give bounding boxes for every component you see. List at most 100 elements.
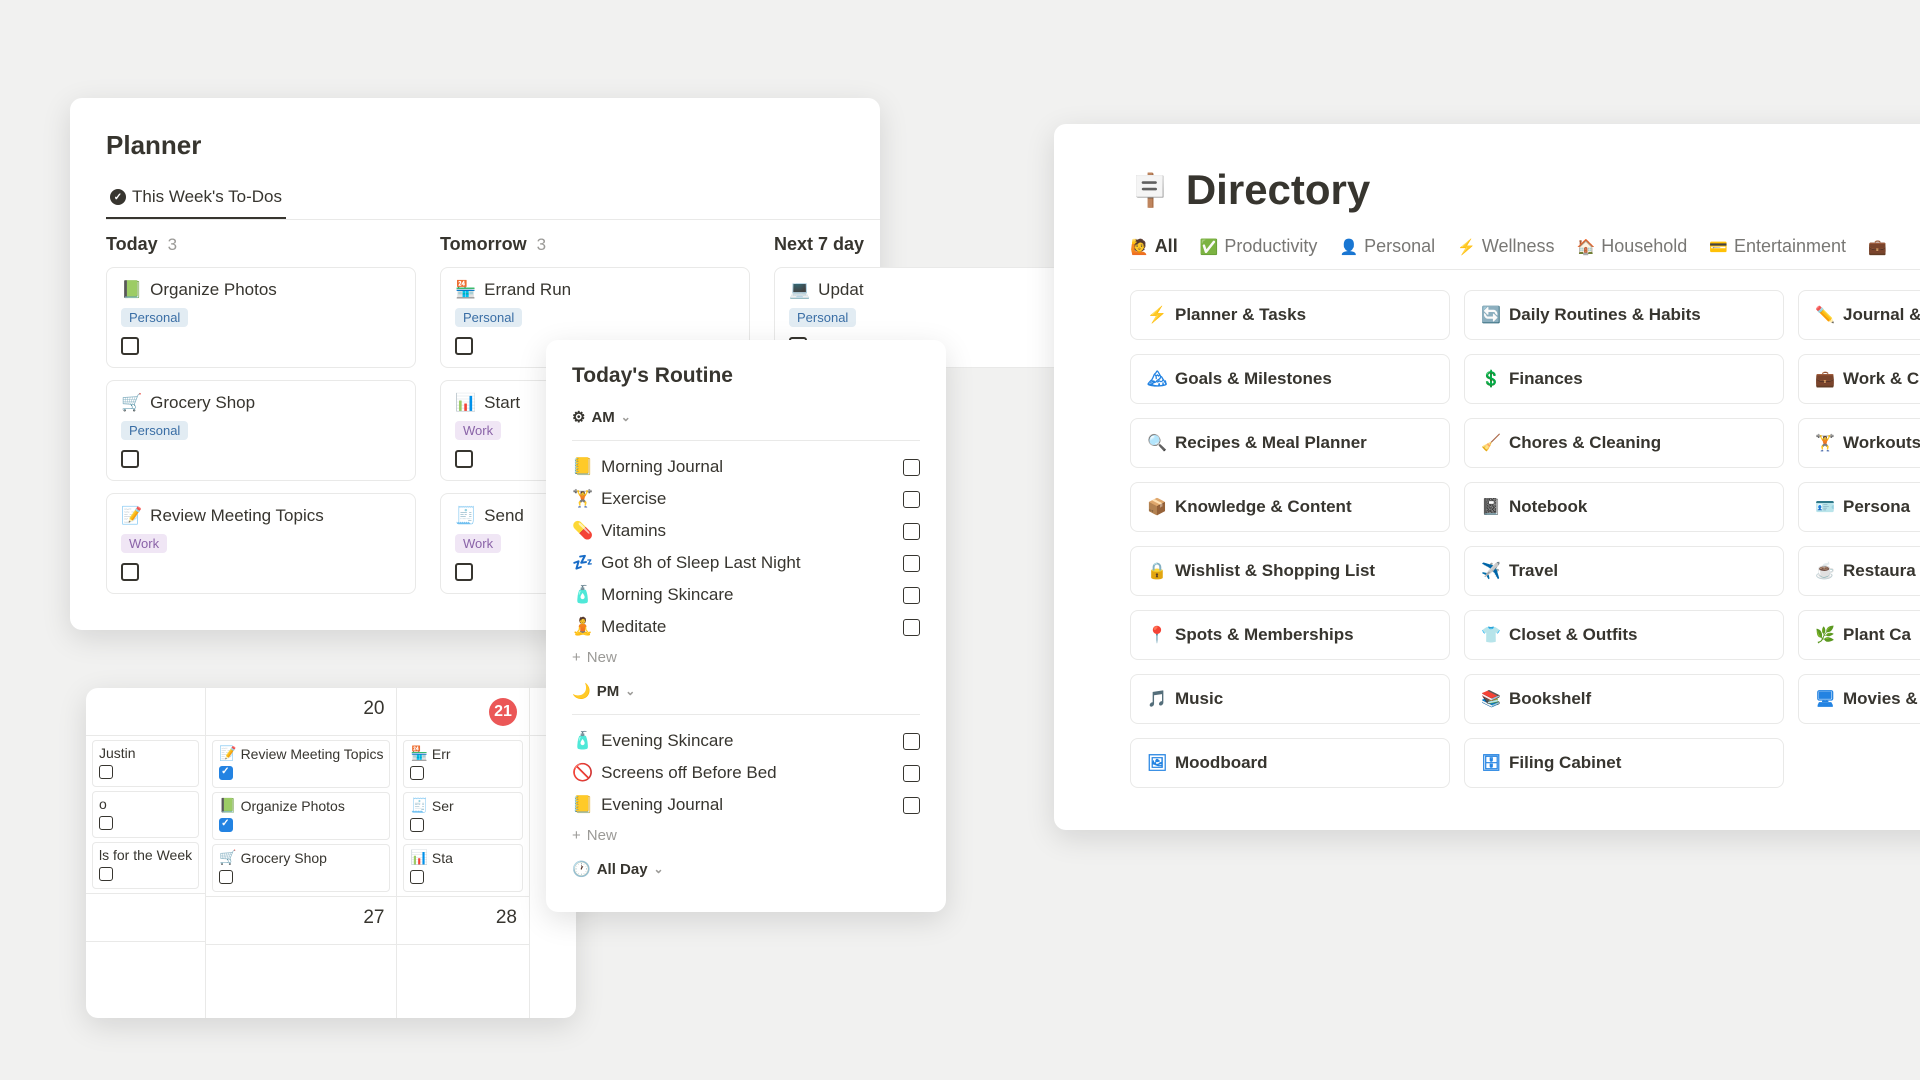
routine-checkbox[interactable] xyxy=(903,459,920,476)
routine-checkbox[interactable] xyxy=(903,523,920,540)
routine-item[interactable]: 💤Got 8h of Sleep Last Night xyxy=(572,547,920,579)
directory-tab[interactable]: 👤Personal xyxy=(1339,236,1435,257)
calendar-event[interactable]: 🧾Ser xyxy=(403,792,523,840)
calendar-event[interactable]: 📊Sta xyxy=(403,844,523,892)
routine-section-header[interactable]: 🕐All Day⌄ xyxy=(572,854,920,888)
directory-item[interactable]: 🏋️Workouts xyxy=(1798,418,1920,468)
task-title-text: Send xyxy=(484,506,524,526)
routine-checkbox[interactable] xyxy=(903,587,920,604)
routine-checkbox[interactable] xyxy=(903,555,920,572)
directory-item[interactable]: 🔍Recipes & Meal Planner xyxy=(1130,418,1450,468)
routine-item[interactable]: 🏋️Exercise xyxy=(572,483,920,515)
task-checkbox[interactable] xyxy=(455,450,473,468)
event-title-text: Ser xyxy=(432,798,454,814)
tab-icon: 🙋 xyxy=(1130,238,1149,256)
directory-tab[interactable]: 🙋All xyxy=(1130,236,1178,257)
directory-tab[interactable]: 💼 xyxy=(1868,236,1893,257)
directory-item[interactable]: 📍Spots & Memberships xyxy=(1130,610,1450,660)
routine-item[interactable]: 🚫Screens off Before Bed xyxy=(572,757,920,789)
calendar-day-today[interactable]: 21 xyxy=(397,688,529,736)
routine-checkbox[interactable] xyxy=(903,619,920,636)
event-checkbox[interactable] xyxy=(219,870,233,884)
routine-section-header[interactable]: ⚙AM⌄ xyxy=(572,402,920,436)
routine-section-header[interactable]: 🌙PM⌄ xyxy=(572,676,920,710)
calendar-event[interactable]: 🏪Err xyxy=(403,740,523,788)
calendar-day-cell[interactable]: 28 xyxy=(397,897,529,945)
routine-item[interactable]: 💊Vitamins xyxy=(572,515,920,547)
group-header[interactable]: Tomorrow3 xyxy=(440,234,750,255)
directory-tab[interactable]: ✅Productivity xyxy=(1200,236,1318,257)
routine-checkbox[interactable] xyxy=(903,797,920,814)
event-checkbox[interactable] xyxy=(219,818,233,832)
routine-checkbox[interactable] xyxy=(903,491,920,508)
routine-item[interactable]: 🧴Morning Skincare xyxy=(572,579,920,611)
task-checkbox[interactable] xyxy=(121,563,139,581)
directory-item[interactable]: 🖥Movies & xyxy=(1798,674,1920,724)
directory-item[interactable]: 🪪Persona xyxy=(1798,482,1920,532)
event-checkbox[interactable] xyxy=(219,766,233,780)
calendar-day-cell[interactable]: 20 xyxy=(206,688,396,736)
task-card[interactable]: 📝Review Meeting TopicsWork xyxy=(106,493,416,594)
directory-item[interactable]: 🔒Wishlist & Shopping List xyxy=(1130,546,1450,596)
task-card[interactable]: 🛒Grocery ShopPersonal xyxy=(106,380,416,481)
directory-item[interactable]: ✈️Travel xyxy=(1464,546,1784,596)
directory-tab[interactable]: 🏠Household xyxy=(1577,236,1688,257)
directory-item[interactable]: 📓Notebook xyxy=(1464,482,1784,532)
directory-item[interactable]: 💼Work & C xyxy=(1798,354,1920,404)
calendar-event[interactable]: 📗Organize Photos xyxy=(212,792,390,840)
routine-item[interactable]: 🧘Meditate xyxy=(572,611,920,643)
event-checkbox[interactable] xyxy=(99,867,113,881)
item-label: Wishlist & Shopping List xyxy=(1175,561,1375,581)
directory-item[interactable]: 💲Finances xyxy=(1464,354,1784,404)
directory-item[interactable]: 🖼Moodboard xyxy=(1130,738,1450,788)
calendar-event[interactable]: 🛒Grocery Shop xyxy=(212,844,390,892)
routine-item[interactable]: 🧴Evening Skincare xyxy=(572,725,920,757)
routine-checkbox[interactable] xyxy=(903,765,920,782)
calendar-event[interactable]: Justin xyxy=(92,740,199,787)
event-checkbox[interactable] xyxy=(410,818,424,832)
task-emoji-icon: 📝 xyxy=(121,506,142,526)
directory-item[interactable]: 🌿Plant Ca xyxy=(1798,610,1920,660)
directory-item[interactable]: 🔄Daily Routines & Habits xyxy=(1464,290,1784,340)
task-card[interactable]: 📗Organize PhotosPersonal xyxy=(106,267,416,368)
directory-item[interactable]: 📦Knowledge & Content xyxy=(1130,482,1450,532)
routine-checkbox[interactable] xyxy=(903,733,920,750)
task-checkbox[interactable] xyxy=(121,337,139,355)
task-emoji-icon: 📊 xyxy=(455,393,476,413)
calendar-event[interactable]: ls for the Week xyxy=(92,842,199,889)
directory-item[interactable]: 🗄Filing Cabinet xyxy=(1464,738,1784,788)
directory-item[interactable]: ✏️Journal & xyxy=(1798,290,1920,340)
routine-item[interactable]: 📒Evening Journal xyxy=(572,789,920,821)
group-header[interactable]: Today3 xyxy=(106,234,416,255)
task-tag: Work xyxy=(121,534,167,553)
directory-item[interactable]: 🏔Goals & Milestones xyxy=(1130,354,1450,404)
event-checkbox[interactable] xyxy=(99,765,113,779)
directory-tab[interactable]: 💳Entertainment xyxy=(1709,236,1846,257)
task-title-text: Updat xyxy=(818,280,863,300)
group-header[interactable]: Next 7 day xyxy=(774,234,1084,255)
planner-tab-this-week[interactable]: This Week's To-Dos xyxy=(106,179,286,219)
event-checkbox[interactable] xyxy=(410,870,424,884)
directory-card: 🪧 Directory 🙋All✅Productivity👤Personal⚡W… xyxy=(1054,124,1920,830)
calendar-day-cell[interactable]: 27 xyxy=(206,897,396,945)
event-checkbox[interactable] xyxy=(410,766,424,780)
directory-item[interactable]: 🧹Chores & Cleaning xyxy=(1464,418,1784,468)
calendar-event[interactable]: o xyxy=(92,791,199,838)
task-group: Today3 📗Organize PhotosPersonal 🛒Grocery S… xyxy=(106,234,416,606)
calendar-event[interactable]: 📝Review Meeting Topics xyxy=(212,740,390,788)
directory-item[interactable]: ☕Restaura xyxy=(1798,546,1920,596)
directory-tab[interactable]: ⚡Wellness xyxy=(1457,236,1554,257)
event-checkbox[interactable] xyxy=(99,816,113,830)
task-checkbox[interactable] xyxy=(455,337,473,355)
calendar-cell: Justinols for the Week xyxy=(86,740,205,894)
routine-new-button[interactable]: +New xyxy=(572,643,920,676)
task-checkbox[interactable] xyxy=(455,563,473,581)
directory-item[interactable]: ⚡Planner & Tasks xyxy=(1130,290,1450,340)
routine-body: ⚙AM⌄ 📒Morning Journal🏋️Exercise💊Vitamins💤… xyxy=(572,402,920,888)
routine-new-button[interactable]: +New xyxy=(572,821,920,854)
task-checkbox[interactable] xyxy=(121,450,139,468)
routine-item[interactable]: 📒Morning Journal xyxy=(572,451,920,483)
directory-item[interactable]: 👕Closet & Outfits xyxy=(1464,610,1784,660)
directory-item[interactable]: 📚Bookshelf xyxy=(1464,674,1784,724)
directory-item[interactable]: 🎵Music xyxy=(1130,674,1450,724)
